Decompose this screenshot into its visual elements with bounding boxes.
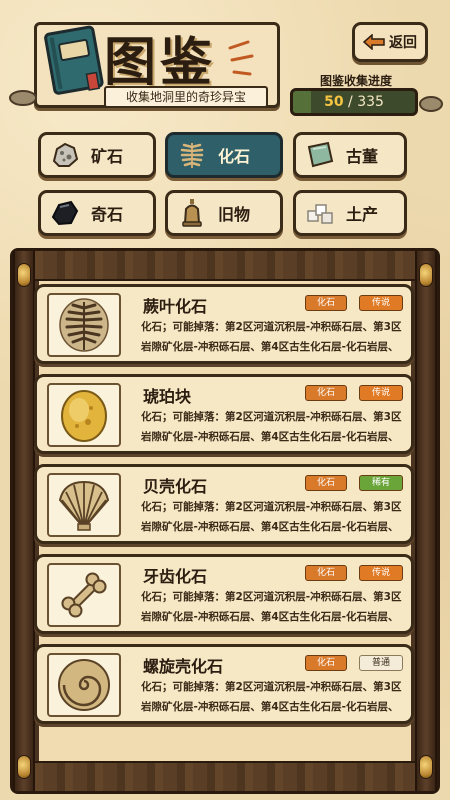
progress-text: 50 / 335 bbox=[293, 91, 415, 113]
frame-right-post bbox=[415, 251, 437, 791]
tab-label: 旧物 bbox=[218, 205, 251, 224]
rock-decoration bbox=[9, 90, 37, 106]
tab-local-produce[interactable]: 土产 bbox=[293, 190, 407, 236]
tab-label: 奇石 bbox=[91, 205, 124, 224]
tab-label: 矿石 bbox=[91, 147, 124, 166]
bell-icon bbox=[182, 199, 202, 227]
rarity-badge: 传说 bbox=[359, 295, 403, 311]
tab-antique[interactable]: 古董 bbox=[293, 132, 407, 178]
back-button-label: 返回 bbox=[389, 35, 417, 51]
tab-old-items[interactable]: 旧物 bbox=[165, 190, 283, 236]
list-item[interactable]: 贝壳化石 化石 稀有 化石；可能掉落：第2区河道沉积层-冲积砾石层、第3区岩隙矿… bbox=[34, 464, 414, 544]
item-thumbnail bbox=[47, 293, 121, 357]
progress-bar: 50 / 335 bbox=[290, 88, 418, 116]
ore-icon bbox=[52, 142, 79, 167]
jade-icon bbox=[307, 141, 334, 168]
item-name: 牙齿化石 bbox=[143, 567, 208, 586]
header: 图鉴 收集地洞里的奇珍异宝 返回 图鉴收集进度 50 / 335 bbox=[0, 0, 450, 120]
arrow-left-icon bbox=[363, 34, 385, 50]
item-thumbnail bbox=[47, 473, 121, 537]
rarity-badge: 普通 bbox=[359, 655, 403, 671]
tab-label: 化石 bbox=[218, 147, 251, 166]
bolt-decoration bbox=[419, 755, 433, 779]
back-button[interactable]: 返回 bbox=[352, 22, 428, 62]
ammonite-icon bbox=[58, 659, 110, 711]
item-name: 螺旋壳化石 bbox=[143, 657, 224, 676]
item-thumbnail bbox=[47, 563, 121, 627]
list-item[interactable]: 琥珀块 化石 传说 化石；可能掉落：第2区河道沉积层-冲积砾石层、第3区岩隙矿化… bbox=[34, 374, 414, 454]
item-name: 琥珀块 bbox=[143, 387, 192, 406]
frame-left-post bbox=[13, 251, 35, 791]
item-description: 化石；可能掉落：第2区河道沉积层-冲积砾石层、第3区岩隙矿化层-冲积砾石层、第4… bbox=[141, 501, 402, 533]
item-description: 化石；可能掉落：第2区河道沉积层-冲积砾石层、第3区岩隙矿化层-冲积砾石层、第4… bbox=[141, 591, 402, 623]
type-badge: 化石 bbox=[305, 655, 347, 671]
page-title: 图鉴 bbox=[104, 32, 217, 93]
bolt-decoration bbox=[17, 755, 31, 779]
type-badge: 化石 bbox=[305, 295, 347, 311]
item-thumbnail bbox=[47, 653, 121, 717]
progress-separator: / bbox=[343, 94, 358, 110]
subtitle: 收集地洞里的奇珍异宝 bbox=[104, 86, 268, 108]
item-name: 蕨叶化石 bbox=[143, 297, 208, 316]
bolt-decoration bbox=[419, 263, 433, 287]
type-badge: 化石 bbox=[305, 565, 347, 581]
rarity-badge: 传说 bbox=[359, 565, 403, 581]
list-item[interactable]: 牙齿化石 化石 传说 化石；可能掉落：第2区河道沉积层-冲积砾石层、第3区岩隙矿… bbox=[34, 554, 414, 634]
item-description: 化石；可能掉落：第2区河道沉积层-冲积砾石层、第3区岩隙矿化层-冲积砾石层、第4… bbox=[141, 321, 402, 353]
tab-fossil[interactable]: 化石 bbox=[165, 132, 283, 178]
item-description: 化石；可能掉落：第2区河道沉积层-冲积砾石层、第3区岩隙矿化层-冲积砾石层、第4… bbox=[141, 681, 402, 713]
fern-fossil-icon bbox=[180, 143, 204, 168]
item-name: 贝壳化石 bbox=[143, 477, 208, 496]
rarity-badge: 稀有 bbox=[359, 475, 403, 491]
rarity-badge: 传说 bbox=[359, 385, 403, 401]
tab-curious-stone[interactable]: 奇石 bbox=[38, 190, 156, 236]
tab-ore[interactable]: 矿石 bbox=[38, 132, 156, 178]
salt-crystal-icon bbox=[307, 204, 333, 224]
frame-bottom-rail bbox=[13, 761, 437, 791]
progress-total: 335 bbox=[357, 94, 384, 110]
category-tabs: 矿石 化石 古董 奇石 旧物 土产 bbox=[38, 130, 418, 240]
item-description: 化石；可能掉落：第2区河道沉积层-冲积砾石层、第3区岩隙矿化层-冲积砾石层、第4… bbox=[141, 411, 402, 443]
progress-current: 50 bbox=[324, 94, 344, 110]
fern-fossil-icon bbox=[59, 298, 109, 352]
list-item[interactable]: 蕨叶化石 化石 传说 化石；可能掉落：第2区河道沉积层-冲积砾石层、第3区岩隙矿… bbox=[34, 284, 414, 364]
black-stone-icon bbox=[51, 200, 79, 226]
item-thumbnail bbox=[47, 383, 121, 447]
progress-label: 图鉴收集进度 bbox=[319, 74, 392, 88]
sparkle-decoration bbox=[228, 40, 254, 76]
bolt-decoration bbox=[17, 263, 31, 287]
type-badge: 化石 bbox=[305, 385, 347, 401]
frame-top-rail bbox=[13, 251, 437, 281]
bone-fossil-icon bbox=[61, 572, 107, 618]
amber-icon bbox=[61, 390, 107, 442]
tab-label: 古董 bbox=[346, 147, 379, 166]
list-item[interactable]: 螺旋壳化石 化石 普通 化石；可能掉落：第2区河道沉积层-冲积砾石层、第3区岩隙… bbox=[34, 644, 414, 724]
book-icon bbox=[44, 25, 104, 95]
shell-fossil-icon bbox=[58, 480, 110, 531]
type-badge: 化石 bbox=[305, 475, 347, 491]
tab-label: 土产 bbox=[346, 205, 379, 224]
rock-decoration bbox=[419, 96, 443, 112]
